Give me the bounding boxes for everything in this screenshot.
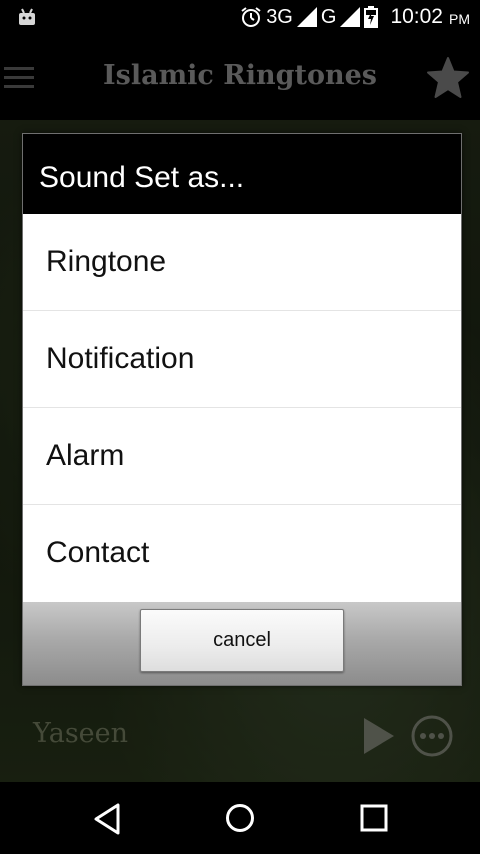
status-ampm: PM [449,11,470,27]
cancel-button[interactable]: cancel [140,609,344,672]
option-notification[interactable]: Notification [23,311,461,408]
alarm-icon [241,7,261,27]
dialog-header: Sound Set as... [23,134,461,214]
option-contact[interactable]: Contact [23,505,461,601]
signal-icon [296,7,317,27]
status-bar: 3G G 10:02 PM [0,0,480,38]
navigation-bar [0,782,480,854]
option-label: Notification [46,342,195,375]
network-type-2: G [320,5,337,28]
dialog-options: Ringtone Notification Alarm Contact [23,214,461,601]
sound-set-dialog: Sound Set as... Ringtone Notification Al… [22,133,462,686]
back-icon[interactable] [92,802,122,836]
option-alarm[interactable]: Alarm [23,408,461,505]
dialog-footer: cancel [23,602,461,685]
home-icon[interactable] [224,802,256,834]
option-label: Contact [46,536,150,569]
app-bar: Islamic Ringtones [0,38,480,120]
status-indicators: 3G G 10:02 PM [240,5,470,29]
network-type-1: 3G [266,5,293,28]
screen: 3G G 10:02 PM Islamic Ringtones Yaseen S… [0,0,480,854]
app-title: Islamic Ringtones [103,60,377,91]
battery-icon [364,6,379,28]
option-label: Ringtone [46,245,167,278]
recents-icon[interactable] [360,804,388,832]
option-ringtone[interactable]: Ringtone [23,214,461,311]
status-time: 10:02 [390,5,443,28]
option-label: Alarm [46,439,125,472]
android-icon [19,8,35,25]
signal-icon [340,7,361,27]
star-icon[interactable] [426,56,470,100]
dialog-title: Sound Set as... [39,161,245,194]
